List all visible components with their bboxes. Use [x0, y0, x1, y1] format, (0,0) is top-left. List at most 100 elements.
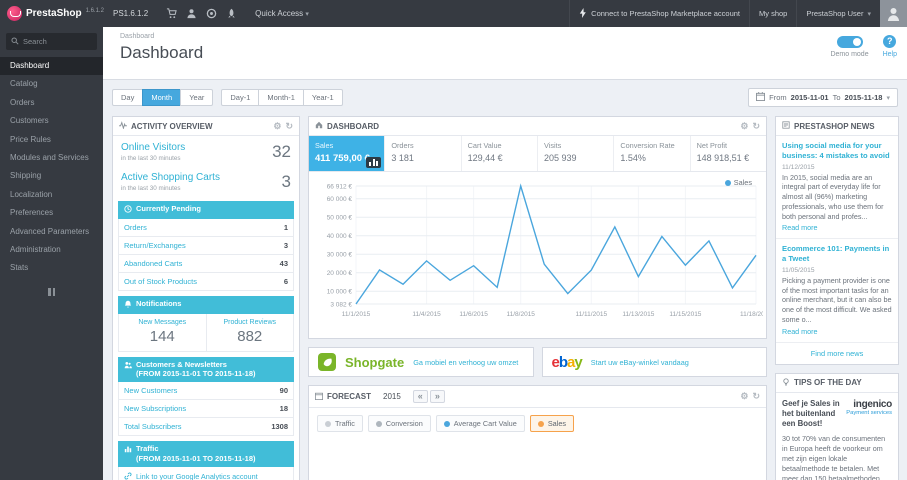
sidebar-item-preferences[interactable]: Preferences: [0, 204, 103, 222]
bulb-icon: [782, 377, 790, 388]
legend-traffic[interactable]: Traffic: [317, 415, 363, 432]
sidebar-item-customers[interactable]: Customers: [0, 112, 103, 130]
quick-access-menu[interactable]: Quick Access ▾: [245, 9, 319, 18]
gear-icon[interactable]: ⚙: [740, 392, 748, 401]
tip-body: 30 tot 70% van de consumenten in Europa …: [782, 434, 886, 480]
svg-text:66 912 €: 66 912 €: [327, 183, 353, 190]
sidebar-search[interactable]: [6, 33, 97, 50]
tab-sales[interactable]: Sales 411 759,00 €: [309, 136, 386, 171]
panel-title: FORECAST: [327, 392, 371, 401]
help-ring-icon[interactable]: [206, 8, 217, 19]
sidebar-item-advanced-parameters[interactable]: Advanced Parameters: [0, 223, 103, 241]
panel-title: ACTIVITY OVERVIEW: [131, 121, 213, 131]
forecast-legend: Traffic Conversion Average Cart Value Sa…: [309, 408, 766, 439]
news-icon: [782, 121, 790, 131]
sidebar-item-modules[interactable]: Modules and Services: [0, 149, 103, 167]
refresh-icon[interactable]: ↻: [752, 121, 760, 131]
cart-icon[interactable]: [166, 8, 177, 19]
find-more-news-link[interactable]: Find more news: [776, 343, 898, 364]
total-subscribers-link[interactable]: Total Subscribers: [124, 422, 182, 431]
next-year-button[interactable]: »: [429, 390, 445, 403]
article-title-link[interactable]: Using social media for your business: 4 …: [782, 141, 892, 161]
tab-orders[interactable]: Orders 3 181: [385, 136, 462, 171]
tab-net-profit[interactable]: Net Profit 148 918,51 €: [691, 136, 766, 171]
google-analytics-row: Link to your Google Analytics account: [118, 466, 294, 480]
help-icon[interactable]: ?: [883, 35, 897, 48]
avatar[interactable]: [880, 0, 907, 27]
sidebar-item-orders[interactable]: Orders: [0, 94, 103, 112]
sidebar-item-dashboard[interactable]: Dashboard: [0, 57, 103, 76]
tab-conversion-rate[interactable]: Conversion Rate 1.54%: [614, 136, 691, 171]
active-carts-link[interactable]: Active Shopping Carts: [121, 172, 220, 184]
sidebar-item-catalog[interactable]: Catalog: [0, 75, 103, 93]
tab-visits[interactable]: Visits 205 939: [538, 136, 615, 171]
prestashop-news-panel: PRESTASHOP NEWS Using social media for y…: [775, 116, 899, 365]
filter-day-1-button[interactable]: Day-1: [221, 89, 260, 106]
orders-link[interactable]: Orders: [124, 223, 147, 232]
new-subscriptions-link[interactable]: New Subscriptions: [124, 404, 186, 413]
new-messages-cell[interactable]: New Messages 144: [119, 314, 206, 351]
filter-month-1-button[interactable]: Month-1: [258, 89, 304, 106]
read-more-link[interactable]: Read more: [782, 327, 818, 336]
sidebar-item-price-rules[interactable]: Price Rules: [0, 131, 103, 149]
product-reviews-cell[interactable]: Product Reviews 882: [205, 313, 294, 351]
sidebar-item-localization[interactable]: Localization: [0, 186, 103, 204]
filter-day-button[interactable]: Day: [112, 89, 144, 106]
forecast-panel: FORECAST 2015 « » ⚙ ↻ Traffic Conversion: [308, 385, 767, 480]
sidebar-item-shipping[interactable]: Shipping: [0, 167, 103, 185]
article-title-link[interactable]: Ecommerce 101: Payments in a Tweet: [782, 244, 892, 264]
out-of-stock-link[interactable]: Out of Stock Products: [124, 277, 197, 286]
filter-row: Day Month Year Day-1 Month-1 Year-1 From…: [112, 88, 898, 107]
topbar-quick-icons: [158, 8, 245, 19]
gear-icon[interactable]: ⚙: [740, 121, 748, 131]
shopgate-promo[interactable]: Shopgate Ga mobiel en verhoog uw omzet: [308, 347, 534, 377]
filter-year-button[interactable]: Year: [180, 89, 214, 106]
legend-conversion[interactable]: Conversion: [367, 415, 431, 432]
refresh-icon[interactable]: ↻: [752, 392, 760, 401]
my-shop-link[interactable]: My shop: [749, 0, 796, 27]
sidebar: Dashboard Catalog Orders Customers Price…: [0, 27, 103, 480]
prestashop-brand[interactable]: PrestaShop 1.6.1.2: [0, 6, 104, 21]
svg-text:30 000 €: 30 000 €: [327, 252, 353, 259]
tips-of-the-day-panel: TIPS OF THE DAY Geef je Sales in het bui…: [775, 372, 899, 480]
users-icon: [124, 360, 132, 372]
search-icon: [11, 36, 19, 47]
demo-mode-toggle[interactable]: [836, 36, 863, 48]
search-input[interactable]: [23, 37, 93, 46]
user-menu[interactable]: PrestaShop User ▾: [796, 0, 880, 27]
gear-icon[interactable]: ⚙: [273, 121, 281, 131]
new-customers-link[interactable]: New Customers: [124, 386, 177, 395]
ebay-link[interactable]: Start uw eBay-winkel vandaag: [591, 358, 689, 367]
ebay-promo[interactable]: ebay Start uw eBay-winkel vandaag: [541, 347, 767, 377]
customer-icon[interactable]: [186, 8, 197, 19]
online-visitors-link[interactable]: Online Visitors: [121, 142, 185, 154]
filter-year-1-button[interactable]: Year-1: [302, 89, 343, 106]
svg-text:11/8/2015: 11/8/2015: [506, 311, 535, 318]
period-button-group: Day Month Year: [112, 89, 214, 106]
sidebar-collapse-button[interactable]: [46, 287, 58, 296]
marketplace-connect-link[interactable]: Connect to PrestaShop Marketplace accoun…: [569, 0, 749, 27]
page-title: Dashboard: [120, 43, 204, 62]
tab-cart-value[interactable]: Cart Value 129,44 €: [462, 136, 538, 171]
abandoned-carts-link[interactable]: Abandoned Carts: [124, 259, 182, 268]
breadcrumb[interactable]: Dashboard: [120, 33, 907, 40]
read-more-link[interactable]: Read more: [782, 223, 818, 232]
svg-text:11/13/2015: 11/13/2015: [622, 311, 654, 318]
filter-month-button[interactable]: Month: [142, 89, 182, 106]
shop-name-link[interactable]: PS1.6.1.2: [103, 9, 158, 18]
previous-year-button[interactable]: «: [412, 390, 428, 403]
date-range-picker[interactable]: From 2015-11-01 To 2015-11-18 ▾: [748, 88, 898, 107]
sidebar-item-administration[interactable]: Administration: [0, 241, 103, 259]
refresh-icon[interactable]: ↻: [285, 121, 293, 131]
shopgate-link[interactable]: Ga mobiel en verhoog uw omzet: [413, 358, 518, 367]
chart-legend[interactable]: Sales: [724, 178, 752, 187]
google-analytics-link[interactable]: Link to your Google Analytics account: [124, 472, 288, 480]
rocket-icon[interactable]: [226, 8, 237, 19]
help-label: Help: [882, 51, 897, 58]
sidebar-item-stats[interactable]: Stats: [0, 259, 103, 277]
returns-link[interactable]: Return/Exchanges: [124, 241, 186, 250]
legend-average-cart-value[interactable]: Average Cart Value: [435, 415, 525, 432]
brand-version: 1.6.1.2: [85, 7, 104, 14]
legend-sales[interactable]: Sales: [529, 415, 575, 432]
forecast-year-select[interactable]: 2015: [383, 392, 401, 401]
